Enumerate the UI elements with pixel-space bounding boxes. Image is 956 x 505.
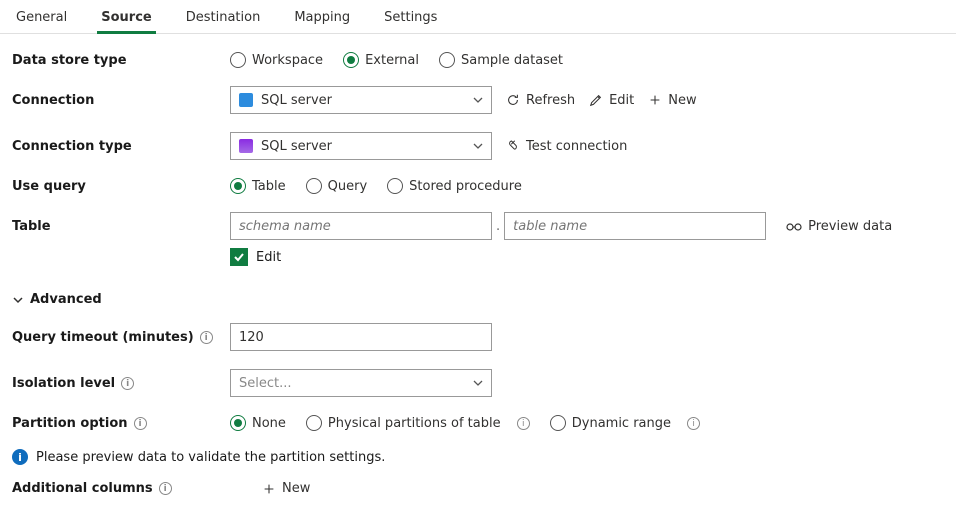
pencil-icon bbox=[589, 93, 603, 107]
radio-icon bbox=[230, 415, 246, 431]
connection-type-value: SQL server bbox=[261, 139, 332, 154]
connection-type-select[interactable]: SQL server bbox=[230, 132, 492, 160]
tab-general[interactable]: General bbox=[12, 0, 71, 33]
isolation-level-label: Isolation level bbox=[12, 376, 230, 391]
use-query-label: Use query bbox=[12, 179, 230, 194]
tab-mapping[interactable]: Mapping bbox=[290, 0, 354, 33]
table-label: Table bbox=[12, 219, 230, 234]
radio-icon bbox=[439, 52, 455, 68]
isolation-placeholder: Select... bbox=[239, 376, 292, 391]
radio-icon bbox=[230, 178, 246, 194]
check-icon bbox=[233, 251, 245, 263]
advanced-label: Advanced bbox=[30, 292, 102, 307]
radio-icon bbox=[387, 178, 403, 194]
edit-label: Edit bbox=[609, 93, 634, 108]
use-query-sproc-radio[interactable]: Stored procedure bbox=[387, 178, 522, 194]
info-icon[interactable] bbox=[200, 331, 213, 344]
preview-label: Preview data bbox=[808, 219, 892, 234]
plug-icon bbox=[506, 139, 520, 153]
data-store-type-label: Data store type bbox=[12, 53, 230, 68]
tab-label: Mapping bbox=[294, 10, 350, 25]
radio-icon bbox=[306, 178, 322, 194]
isolation-level-select[interactable]: Select... bbox=[230, 369, 492, 397]
test-connection-button[interactable]: Test connection bbox=[506, 139, 627, 154]
info-icon[interactable] bbox=[517, 417, 530, 430]
tab-bar: General Source Destination Mapping Setti… bbox=[0, 0, 956, 34]
notice-text: Please preview data to validate the part… bbox=[36, 450, 385, 465]
info-icon[interactable] bbox=[687, 417, 700, 430]
radio-icon bbox=[306, 415, 322, 431]
query-timeout-input[interactable] bbox=[230, 323, 492, 351]
glasses-icon bbox=[786, 220, 802, 232]
radio-label: Workspace bbox=[252, 53, 323, 68]
query-timeout-label: Query timeout (minutes) bbox=[12, 330, 230, 345]
chevron-down-icon bbox=[473, 95, 483, 105]
connection-value: SQL server bbox=[261, 93, 332, 108]
plus-icon bbox=[262, 482, 276, 496]
test-label: Test connection bbox=[526, 139, 627, 154]
radio-label: Sample dataset bbox=[461, 53, 563, 68]
radio-label: None bbox=[252, 416, 286, 431]
radio-icon bbox=[230, 52, 246, 68]
table-name-input[interactable] bbox=[504, 212, 766, 240]
tab-label: Source bbox=[101, 10, 151, 25]
radio-label: Query bbox=[328, 179, 368, 194]
tab-settings[interactable]: Settings bbox=[380, 0, 441, 33]
use-query-query-radio[interactable]: Query bbox=[306, 178, 368, 194]
schema-name-input[interactable] bbox=[230, 212, 492, 240]
tab-destination[interactable]: Destination bbox=[182, 0, 265, 33]
new-label: New bbox=[668, 93, 696, 108]
tab-label: Destination bbox=[186, 10, 261, 25]
info-icon: i bbox=[12, 449, 28, 465]
chevron-down-icon bbox=[473, 141, 483, 151]
connection-type-label: Connection type bbox=[12, 139, 230, 154]
partition-none-radio[interactable]: None bbox=[230, 415, 286, 431]
new-label: New bbox=[282, 481, 310, 496]
data-store-external-radio[interactable]: External bbox=[343, 52, 419, 68]
additional-columns-new-button[interactable]: New bbox=[262, 481, 310, 496]
advanced-section-toggle[interactable]: Advanced bbox=[12, 292, 944, 307]
radio-label: Physical partitions of table bbox=[328, 416, 501, 431]
preview-data-button[interactable]: Preview data bbox=[786, 219, 892, 234]
tab-label: General bbox=[16, 10, 67, 25]
info-icon[interactable] bbox=[121, 377, 134, 390]
info-icon[interactable] bbox=[159, 482, 172, 495]
table-edit-label: Edit bbox=[256, 250, 281, 265]
new-connection-button[interactable]: New bbox=[648, 93, 696, 108]
refresh-button[interactable]: Refresh bbox=[506, 93, 575, 108]
plus-icon bbox=[648, 93, 662, 107]
table-edit-checkbox[interactable] bbox=[230, 248, 248, 266]
tab-source[interactable]: Source bbox=[97, 0, 155, 33]
connection-label: Connection bbox=[12, 93, 230, 108]
refresh-icon bbox=[506, 93, 520, 107]
chevron-down-icon bbox=[12, 294, 24, 306]
radio-icon bbox=[550, 415, 566, 431]
sql-server-icon bbox=[239, 93, 253, 107]
partition-dynamic-radio[interactable]: Dynamic range bbox=[550, 415, 700, 431]
info-icon[interactable] bbox=[134, 417, 147, 430]
chevron-down-icon bbox=[473, 378, 483, 388]
radio-label: Dynamic range bbox=[572, 416, 671, 431]
partition-option-label: Partition option bbox=[12, 416, 230, 431]
radio-label: Stored procedure bbox=[409, 179, 522, 194]
refresh-label: Refresh bbox=[526, 93, 575, 108]
connection-select[interactable]: SQL server bbox=[230, 86, 492, 114]
additional-columns-label: Additional columns bbox=[12, 481, 230, 496]
data-store-workspace-radio[interactable]: Workspace bbox=[230, 52, 323, 68]
sql-server-icon bbox=[239, 139, 253, 153]
radio-label: External bbox=[365, 53, 419, 68]
radio-icon bbox=[343, 52, 359, 68]
table-separator: . bbox=[492, 219, 504, 234]
tab-label: Settings bbox=[384, 10, 437, 25]
data-store-sample-radio[interactable]: Sample dataset bbox=[439, 52, 563, 68]
partition-info-banner: i Please preview data to validate the pa… bbox=[12, 449, 944, 465]
use-query-table-radio[interactable]: Table bbox=[230, 178, 286, 194]
partition-physical-radio[interactable]: Physical partitions of table bbox=[306, 415, 530, 431]
radio-label: Table bbox=[252, 179, 286, 194]
edit-connection-button[interactable]: Edit bbox=[589, 93, 634, 108]
